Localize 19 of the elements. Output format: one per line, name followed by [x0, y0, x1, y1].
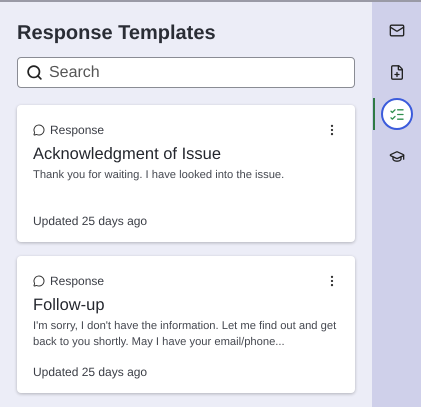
updated-time: Updated 25 days ago	[33, 365, 148, 379]
file-plus-icon	[388, 64, 404, 80]
search-icon	[26, 64, 43, 81]
speech-bubble-icon	[33, 275, 45, 287]
template-title: Follow-up	[33, 296, 106, 315]
updated-time: Updated 25 days ago	[33, 214, 148, 228]
template-body: I'm sorry, I don't have the information. Let me find out and get back to you shortly. May I have your email/phone...	[33, 319, 338, 350]
template-card[interactable]: Response Follow-up I'm sorry, I don't have the information. Let me find out and get back to you shortly. May I have your email/phone... Updated 25 days ago	[17, 256, 355, 393]
template-card[interactable]: Response Acknowledgment of Issue Thank you for waiting. I have looked into the issue. Updated 25 days ago	[17, 105, 355, 242]
active-indicator	[372, 98, 374, 130]
template-type: Response	[50, 123, 106, 137]
checklist-tab[interactable]	[380, 98, 412, 130]
panel-title: Response Templates	[17, 22, 217, 45]
template-type: Response	[50, 274, 106, 288]
template-title: Acknowledgment of Issue	[33, 145, 222, 164]
speech-bubble-icon	[33, 124, 45, 136]
mail-icon	[388, 22, 404, 38]
template-body: Thank you for waiting. I have looked into the issue.	[33, 168, 286, 183]
search-field[interactable]: Search	[17, 57, 355, 88]
